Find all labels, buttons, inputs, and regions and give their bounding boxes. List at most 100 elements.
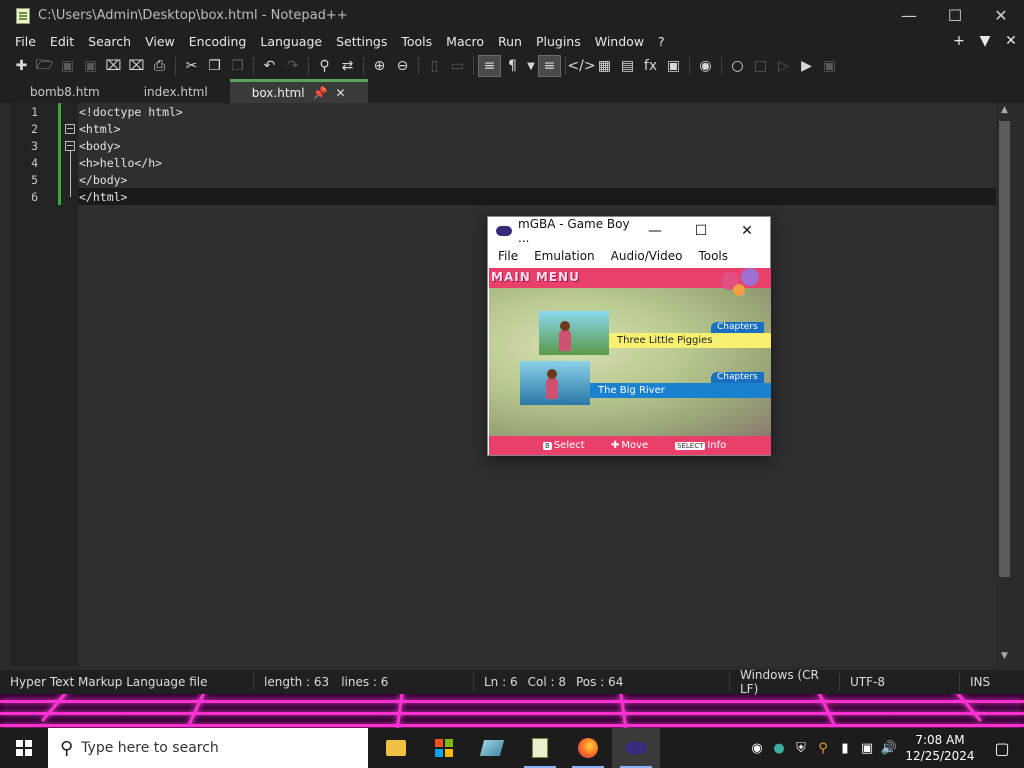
edge-icon[interactable]: ● [768, 728, 790, 768]
replace-icon[interactable]: ⇄ [336, 55, 359, 77]
clock[interactable]: 7:08 AM 12/25/2024 [900, 732, 980, 764]
sync-h-icon[interactable]: ▭ [446, 55, 469, 77]
security-icon[interactable]: ⛨ [790, 728, 812, 768]
menu-view[interactable]: View [138, 34, 182, 49]
menu-file[interactable]: File [8, 34, 43, 49]
menu-language[interactable]: Language [253, 34, 329, 49]
chapter-item-2[interactable]: The Big River [590, 383, 771, 398]
redo-icon[interactable]: ↷ [281, 55, 304, 77]
menu-tools[interactable]: Tools [394, 34, 439, 49]
folder-workspace-icon[interactable]: ▣ [662, 55, 685, 77]
show-all-chars-icon[interactable]: ¶ [501, 55, 524, 77]
close-doc-icon[interactable]: ✕ [998, 33, 1024, 49]
tab-list-icon[interactable]: ▼ [972, 33, 998, 49]
status-encoding[interactable]: UTF-8 [840, 673, 960, 691]
volume-icon[interactable]: 🔊 [878, 728, 900, 768]
window-title: C:\Users\Admin\Desktop\box.html - Notepa… [38, 8, 348, 23]
minimize-button[interactable]: — [886, 0, 932, 31]
start-button[interactable] [0, 728, 48, 768]
status-pos: Pos : 64 [575, 675, 624, 689]
menu-help[interactable]: ? [651, 34, 672, 49]
mgba-close-button[interactable]: ✕ [724, 223, 770, 239]
mgba-maximize-button[interactable]: ☐ [678, 223, 724, 239]
mgba-taskbar-button[interactable] [612, 728, 660, 768]
scroll-up-icon[interactable]: ▲ [999, 105, 1010, 115]
line-number: 5 [31, 173, 38, 187]
dpad-icon: ✚ [611, 440, 620, 451]
scroll-down-icon[interactable]: ▼ [999, 651, 1010, 661]
pin-icon[interactable]: 📌 [313, 86, 328, 100]
mgba-title: mGBA - Game Boy ... [518, 217, 630, 245]
play-macro-icon[interactable]: ▷ [772, 55, 795, 77]
firefox-taskbar-button[interactable] [564, 728, 612, 768]
zoom-out-icon[interactable]: ⊖ [391, 55, 414, 77]
paste-icon[interactable]: ❐ [226, 55, 249, 77]
mgba-menu-file[interactable]: File [490, 249, 526, 263]
status-eol[interactable]: Windows (CR LF) [730, 668, 840, 696]
file-explorer-taskbar-button[interactable] [372, 728, 420, 768]
close-button[interactable]: ✕ [978, 0, 1024, 31]
tray-app-icon[interactable]: ◉ [746, 728, 768, 768]
maximize-button[interactable]: ☐ [932, 0, 978, 31]
word-wrap-icon[interactable]: ≡ [478, 55, 501, 77]
fold-toggle-icon[interactable] [65, 141, 75, 151]
chapter-item-1[interactable]: Three Little Piggies [609, 333, 771, 348]
menu-macro[interactable]: Macro [439, 34, 491, 49]
stop-macro-icon[interactable]: □ [749, 55, 772, 77]
scroll-thumb[interactable] [999, 121, 1010, 577]
add-tab-icon[interactable]: + [946, 33, 972, 49]
menu-run[interactable]: Run [491, 34, 529, 49]
tab-label: box.html [251, 85, 305, 100]
doc-map-icon[interactable]: ▦ [593, 55, 616, 77]
lang-icon[interactable]: </> [567, 55, 595, 77]
sync-v-icon[interactable]: ▯ [423, 55, 446, 77]
search-tray-icon[interactable]: ⚲ [812, 728, 834, 768]
tab-close-icon[interactable]: ✕ [336, 86, 346, 100]
change-history-bar [58, 103, 61, 205]
game-screen[interactable]: MAIN MENU Chapters Three Little Piggies … [489, 268, 771, 455]
mgba-menu-audio-video[interactable]: Audio/Video [603, 249, 691, 263]
copy-icon[interactable]: ❐ [203, 55, 226, 77]
menu-plugins[interactable]: Plugins [529, 34, 588, 49]
network-icon[interactable]: ▣ [856, 728, 878, 768]
doc-list-icon[interactable]: ▤ [616, 55, 639, 77]
usb-icon[interactable]: ▮ [834, 728, 856, 768]
fold-toggle-icon[interactable] [65, 124, 75, 134]
menu-settings[interactable]: Settings [329, 34, 394, 49]
new-file-icon[interactable]: ✚ [10, 55, 33, 77]
record-macro-icon[interactable]: ○ [726, 55, 749, 77]
tab-index[interactable]: index.html [122, 81, 230, 103]
save-all-icon[interactable]: ▣ [79, 55, 102, 77]
indent-guide-icon[interactable]: ≡ [538, 55, 561, 77]
close-all-icon[interactable]: ⌧ [125, 55, 148, 77]
notepadpp-taskbar-button[interactable] [516, 728, 564, 768]
store-taskbar-button[interactable] [420, 728, 468, 768]
menu-window[interactable]: Window [588, 34, 651, 49]
cut-icon[interactable]: ✂ [180, 55, 203, 77]
menu-edit[interactable]: Edit [43, 34, 81, 49]
run-macro-multi-icon[interactable]: ▶ [795, 55, 818, 77]
tab-box[interactable]: box.html 📌 ✕ [229, 79, 368, 103]
mgba-menubar: File Emulation Audio/Video Tools [488, 245, 770, 267]
mgba-menu-tools[interactable]: Tools [690, 249, 736, 263]
mgba-minimize-button[interactable]: — [632, 223, 678, 239]
find-icon[interactable]: ⚲ [313, 55, 336, 77]
open-file-icon[interactable]: 🗁 [33, 55, 56, 77]
function-list-icon[interactable]: fx [639, 55, 662, 77]
menu-encoding[interactable]: Encoding [182, 34, 254, 49]
app-taskbar-button[interactable] [468, 728, 516, 768]
print-icon[interactable]: ⎙ [148, 55, 171, 77]
save-icon[interactable]: ▣ [56, 55, 79, 77]
vertical-scrollbar[interactable]: ▲ ▼ [996, 103, 1013, 666]
tab-bomb8[interactable]: bomb8.htm [8, 81, 122, 103]
monitoring-icon[interactable]: ◉ [694, 55, 717, 77]
undo-icon[interactable]: ↶ [258, 55, 281, 77]
taskbar-search-box[interactable]: ⚲ Type here to search [48, 728, 368, 768]
menu-search[interactable]: Search [81, 34, 138, 49]
save-macro-icon[interactable]: ▣ [818, 55, 841, 77]
mgba-menu-emulation[interactable]: Emulation [526, 249, 603, 263]
notifications-icon[interactable]: ▢ [980, 728, 1024, 768]
zoom-in-icon[interactable]: ⊕ [368, 55, 391, 77]
close-file-icon[interactable]: ⌧ [102, 55, 125, 77]
dropdown-icon[interactable]: ▼ [524, 55, 538, 77]
